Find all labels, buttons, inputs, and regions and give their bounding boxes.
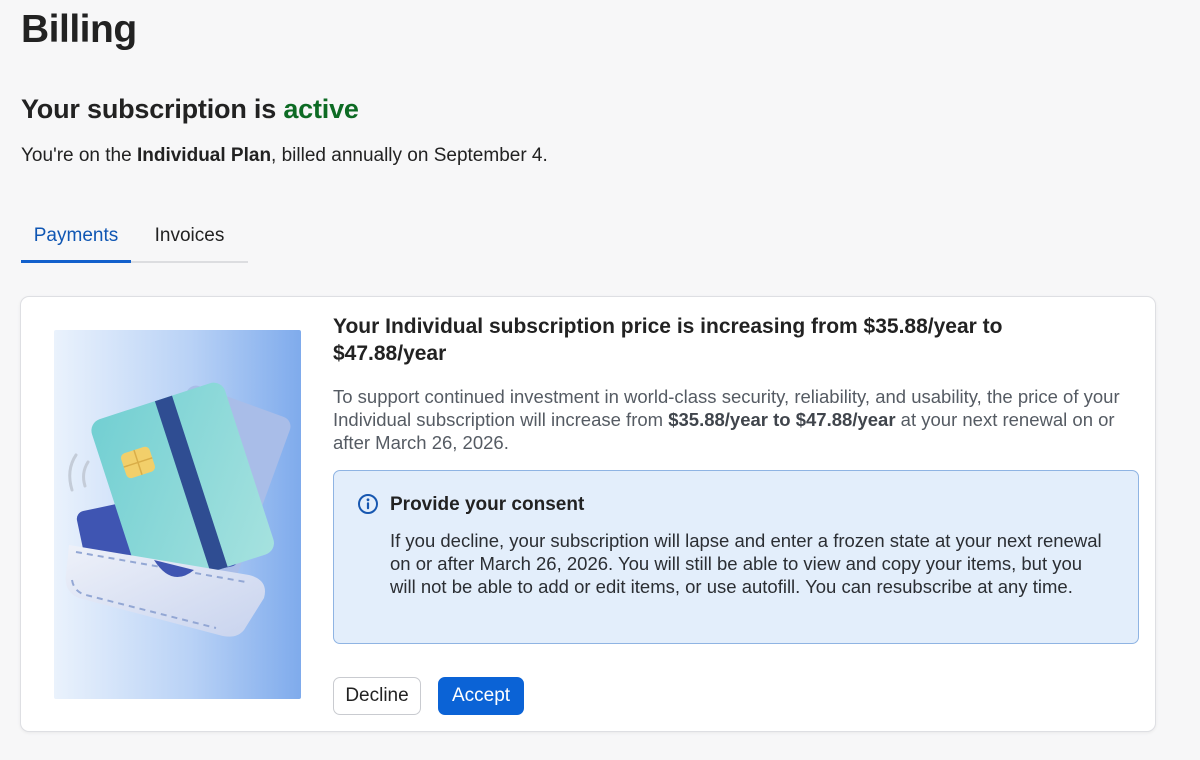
tab-invoices[interactable]: Invoices <box>131 216 248 263</box>
price-increase-description: To support continued investment in world… <box>333 385 1148 454</box>
credit-card-illustration <box>54 330 301 699</box>
price-increase-card: Your Individual subscription price is in… <box>20 296 1156 732</box>
accept-button[interactable]: Accept <box>438 677 524 715</box>
info-icon <box>357 493 379 515</box>
price-increase-title: Your Individual subscription price is in… <box>333 315 1003 365</box>
consent-text: If you decline, your subscription will l… <box>390 530 1102 597</box>
billing-tabs: Payments Invoices <box>21 216 248 263</box>
plan-name: Individual Plan <box>136 145 272 166</box>
billing-page: Billing Your subscription is active You'… <box>0 0 1200 760</box>
plan-prefix: You're on the <box>21 145 137 166</box>
status-badge: active <box>283 94 359 124</box>
notice-body-price: $35.88/year to $47.88/year <box>668 409 896 430</box>
plan-description: You're on the Individual Plan, billed an… <box>21 145 548 167</box>
plan-suffix: , billed annually on September 4. <box>271 145 548 166</box>
page-title: Billing <box>21 8 137 51</box>
consent-title: Provide your consent <box>390 494 585 515</box>
consent-callout: Provide your consent If you decline, you… <box>333 470 1139 644</box>
decline-button[interactable]: Decline <box>333 677 421 715</box>
subscription-heading: Your subscription is active <box>21 94 359 125</box>
subscription-heading-prefix: Your subscription is <box>21 94 284 124</box>
tab-payments[interactable]: Payments <box>21 216 131 263</box>
